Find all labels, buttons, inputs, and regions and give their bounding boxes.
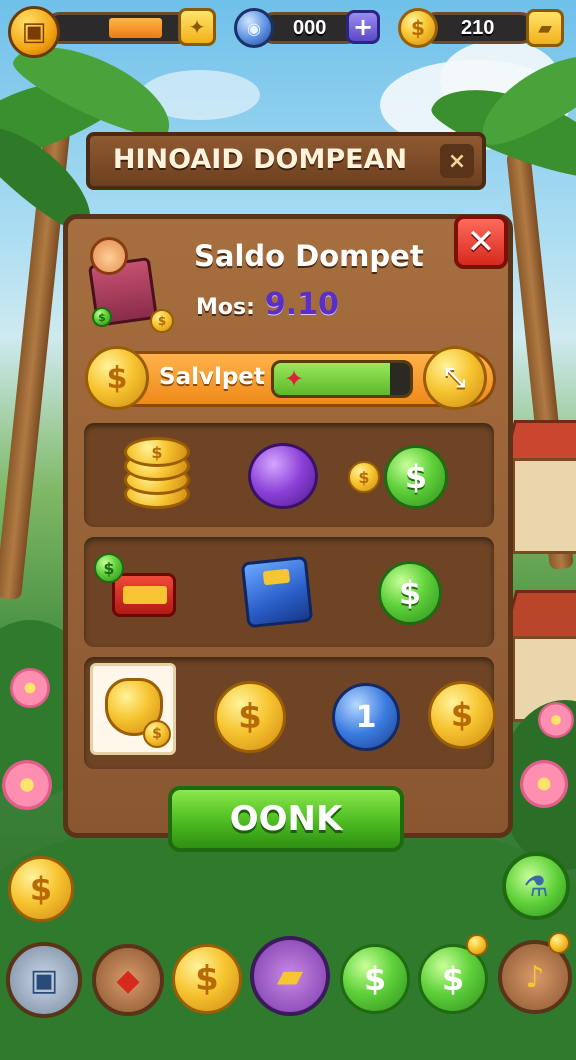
notification-dot [548, 932, 570, 954]
progress-track: ✦ [271, 360, 413, 398]
coin-icon: $ [85, 346, 149, 410]
coin-icon: $ [150, 309, 174, 333]
notification-dot [466, 934, 488, 956]
green-coin-icon: $ [94, 553, 124, 583]
balance-label: Mos: [196, 295, 255, 320]
wallet-dialog: ✕ $ $ Saldo Dompet Mos: 9.10 $ Salvlpet … [63, 214, 513, 838]
green-coin-icon: $ [384, 445, 448, 509]
coins-value: 210 [461, 17, 495, 39]
wallet-avatar-icon [90, 237, 128, 275]
purple-coin-stack-icon [248, 443, 318, 509]
coin-icon: $ [348, 461, 380, 493]
x-icon[interactable]: × [440, 144, 474, 178]
blue-token-icon: 1 [332, 683, 400, 751]
reward-slot-3: $ $ 1 $ [84, 657, 496, 769]
green-coin-icon: $ [378, 561, 442, 625]
reward-slot-2: $ $ [84, 537, 494, 647]
gift-card-icon[interactable]: ◆ [92, 944, 164, 1016]
backpack-icon[interactable]: ▣ [6, 942, 82, 1018]
coin-stack-icon: $ [124, 435, 190, 513]
green-coin-icon[interactable]: $ [340, 944, 410, 1014]
balance-value: 9.10 [264, 287, 339, 322]
coin-icon[interactable]: $ [172, 944, 242, 1014]
coin-shortcut-button[interactable]: $ [8, 856, 74, 922]
gem-coin-icon: ◉ [234, 8, 274, 48]
coin-stack-top: $ [124, 437, 190, 467]
token-number: 1 [355, 699, 377, 735]
star-marker-icon: ✦ [284, 365, 305, 393]
confirm-button[interactable]: OONK [168, 786, 404, 852]
lightning-icon[interactable]: ✦ [178, 8, 216, 46]
balance-row: Mos: 9.10 [196, 287, 339, 322]
reward-slot-1: $ $ $ [84, 423, 494, 527]
close-icon[interactable]: ✕ [454, 215, 508, 269]
potion-icon[interactable]: ⚗ [502, 852, 570, 920]
green-coin-icon: $ [92, 307, 112, 327]
gems-value: 000 [293, 17, 327, 39]
coin-pile-icon: $ [214, 681, 286, 753]
red-wallet-icon [112, 573, 176, 617]
coin-icon: $ [428, 681, 496, 749]
energy-bar-fill [109, 18, 162, 38]
coin-icon: $ [143, 720, 171, 748]
mystery-box-icon [240, 555, 314, 629]
shopping-bag-icon[interactable]: ▰ [250, 936, 330, 1016]
title-banner: HINOAID DOMPEAN × [86, 132, 486, 190]
plus-icon[interactable]: + [346, 10, 380, 44]
selected-reward-card[interactable]: $ [90, 663, 176, 755]
wallet-title: Saldo Dompet [194, 239, 424, 273]
dialog-title: HINOAID DOMPEAN [112, 144, 408, 175]
swap-coin-button[interactable]: ⤡ [423, 346, 487, 410]
progress-label: Salvlpet [159, 364, 265, 390]
wallet-icon[interactable]: ▰ [526, 9, 564, 47]
wallet-progress: $ Salvlpet ✦ ⤡ [85, 346, 496, 410]
coin-icon: $ [398, 8, 438, 48]
backpack-icon[interactable]: ▣ [8, 6, 60, 58]
energy-bar [44, 12, 194, 44]
